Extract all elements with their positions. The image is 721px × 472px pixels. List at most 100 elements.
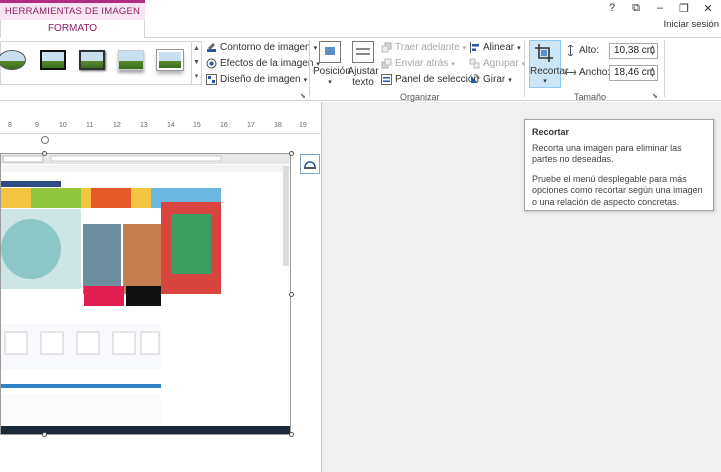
position-button[interactable]: Posición ▾ (313, 41, 351, 88)
align-button[interactable]: Alinear ▾ (469, 42, 521, 53)
group-separator (524, 40, 525, 97)
chevron-down-icon: ▾ (517, 44, 521, 52)
height-label-row: Alto: (565, 45, 599, 56)
size-dialog-launcher-icon[interactable]: ⬊ (652, 92, 658, 100)
rotate-handle[interactable] (41, 136, 49, 144)
chevron-down-icon: ▾ (543, 78, 547, 85)
align-icon (470, 42, 479, 53)
chevron-down-icon: ▾ (508, 76, 512, 84)
selection-pane-label: Panel de selección (395, 74, 479, 85)
width-icon (565, 69, 576, 76)
spin-arrows-icon[interactable]: ▲ ▼ (650, 66, 655, 80)
ruler-tick: 19 (299, 122, 307, 129)
ruler-tick: 11 (86, 122, 94, 129)
height-field[interactable]: 10,38 cm ▲ ▼ (609, 43, 658, 59)
layout-options-button[interactable] (300, 154, 320, 174)
height-label: Alto: (579, 45, 600, 56)
ruler-tick: 18 (274, 122, 282, 129)
ruler-tick: 8 (8, 122, 12, 129)
tooltip-title: Recortar (532, 127, 570, 137)
chevron-down-icon: ▾ (451, 60, 455, 68)
picture-styles-gallery: ▲ ▼ ▾ (0, 41, 202, 85)
tooltip-line-1: Recorta una imagen para eliminar las par… (532, 142, 682, 165)
context-group-title: HERRAMIENTAS DE IMAGEN (0, 3, 145, 20)
bring-forward-button[interactable]: Traer adelante ▾ (381, 42, 466, 53)
height-icon (567, 45, 574, 56)
horizontal-ruler[interactable]: 8 9 10 11 12 13 14 15 16 17 18 19 (0, 122, 322, 132)
send-backward-label: Enviar atrás (395, 58, 449, 69)
styles-dialog-launcher-icon[interactable]: ⬊ (300, 92, 306, 100)
width-label: Ancho: (579, 67, 611, 78)
crop-button[interactable]: Recortar ▾ (529, 40, 568, 88)
ruler-tick: 14 (167, 122, 175, 129)
group-separator (309, 40, 310, 97)
picture-content (1, 154, 290, 434)
group-separator (664, 40, 665, 97)
resize-handle-top[interactable] (42, 151, 47, 156)
chevron-down-icon: ▾ (303, 76, 308, 84)
width-field[interactable]: 18,46 cm ▲ ▼ (609, 65, 658, 81)
gallery-scroll[interactable]: ▲ ▼ ▾ (191, 42, 201, 84)
wrap-text-label: Ajustar texto (347, 66, 379, 88)
ruler-tick: 16 (220, 122, 228, 129)
picture-layout-label: Diseño de imagen (220, 74, 301, 85)
maximize-button[interactable]: ❐ (677, 2, 691, 15)
picture-effects-label: Efectos de la imagen (220, 58, 314, 69)
send-backward-icon (381, 58, 392, 69)
ruler-tick: 12 (113, 122, 121, 129)
close-button[interactable]: ✕ (701, 2, 715, 15)
ribbon-display-options-button[interactable]: ⧉ (629, 2, 643, 15)
crop-tooltip: Recortar Recorta una imagen para elimina… (524, 119, 714, 211)
effects-icon (206, 58, 217, 69)
resize-handle-bottom-right[interactable] (289, 432, 294, 437)
resize-handle-bottom[interactable] (42, 432, 47, 437)
layout-icon (206, 74, 217, 85)
picture-style-3[interactable] (76, 46, 108, 76)
selection-pane-button[interactable]: Panel de selección (381, 74, 479, 85)
picture-border-button[interactable]: Contorno de imagen ▾ (206, 42, 317, 53)
window-controls: ? ⧉ – ❐ ✕ (605, 2, 715, 15)
picture-style-1[interactable] (0, 46, 29, 76)
help-button[interactable]: ? (605, 2, 619, 15)
picture-style-5[interactable] (154, 46, 186, 76)
rotate-icon (471, 74, 480, 83)
wrap-text-icon (352, 41, 374, 63)
crop-icon (535, 44, 553, 62)
ruler-tick: 17 (247, 122, 255, 129)
picture-layout-button[interactable]: Diseño de imagen ▾ (206, 74, 307, 85)
ruler-tick: 10 (59, 122, 67, 129)
signin-link[interactable]: Iniciar sesión (664, 19, 719, 30)
ribbon: ▲ ▼ ▾ Contorno de imagen ▾ Efectos de la… (0, 37, 721, 102)
pen-border-icon (207, 43, 216, 52)
gallery-down-icon[interactable]: ▼ (192, 56, 201, 70)
resize-handle-top-right[interactable] (289, 151, 294, 156)
group-button[interactable]: Agrupar ▾ (469, 58, 525, 69)
document-page[interactable]: 8 9 10 11 12 13 14 15 16 17 18 19 (0, 102, 322, 472)
align-label: Alinear (483, 42, 515, 53)
ruler-tick: 15 (193, 122, 201, 129)
send-backward-button[interactable]: Enviar atrás ▾ (381, 58, 455, 69)
minimize-button[interactable]: – (653, 2, 667, 15)
picture-effects-button[interactable]: Efectos de la imagen ▾ (206, 58, 320, 69)
gallery-up-icon[interactable]: ▲ (192, 42, 201, 56)
picture-style-2[interactable] (37, 46, 69, 76)
tooltip-line-2: Pruebe el menú desplegable para más opci… (532, 173, 703, 207)
selected-picture[interactable] (0, 153, 291, 435)
bring-forward-label: Traer adelante (395, 42, 460, 53)
size-group-label: Tamaño (574, 92, 607, 102)
chevron-down-icon: ▾ (462, 44, 467, 52)
picture-border-label: Contorno de imagen (220, 42, 311, 53)
rotate-button[interactable]: Girar ▾ (469, 74, 512, 85)
arrange-group-label: Organizar (400, 92, 440, 102)
title-bar: HERRAMIENTAS DE IMAGEN FORMATO ? ⧉ – ❐ ✕… (0, 0, 721, 38)
layout-options-icon (304, 161, 316, 169)
position-label: Posición (313, 66, 351, 77)
tab-formato[interactable]: FORMATO (0, 20, 145, 38)
gallery-more-icon[interactable]: ▾ (192, 70, 201, 84)
width-label-row: Ancho: (565, 67, 610, 78)
wrap-text-button[interactable]: Ajustar texto (347, 41, 379, 88)
spin-arrows-icon[interactable]: ▲ ▼ (650, 44, 655, 58)
resize-handle-right[interactable] (289, 292, 294, 297)
picture-style-4[interactable] (115, 46, 147, 76)
bring-forward-icon (381, 42, 392, 53)
